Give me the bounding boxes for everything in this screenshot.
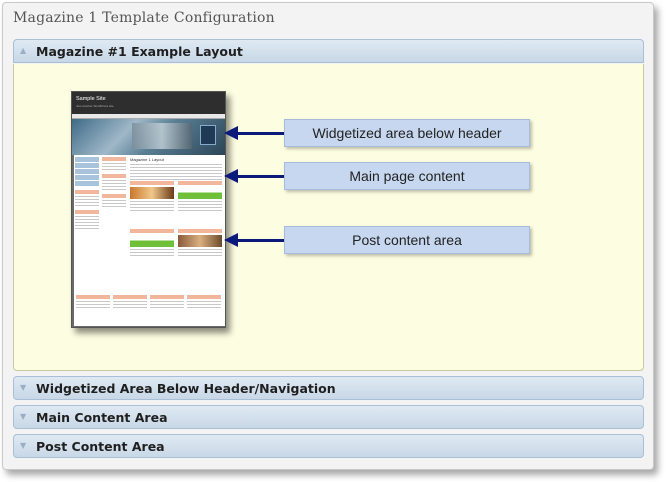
preview-site-title: Sample Site — [76, 96, 106, 102]
accordion-label: Post Content Area — [36, 439, 165, 454]
accordion-header-widgetized-area[interactable]: ▼ Widgetized Area Below Header/Navigatio… — [13, 376, 644, 400]
accordion-label: Widgetized Area Below Header/Navigation — [36, 381, 336, 396]
callout-post-content: Post content area — [284, 226, 530, 254]
preview-main-content: Magazine 1 Layout — [130, 157, 222, 182]
preview-site-tagline: Just another WordPress site — [76, 104, 114, 108]
expand-arrow-icon: ▼ — [20, 412, 27, 421]
callout-widgetized-area: Widgetized area below header — [284, 119, 530, 147]
preview-banner-shape — [132, 123, 192, 149]
preview-banner — [72, 119, 225, 155]
accordion-label: Magazine #1 Example Layout — [36, 44, 243, 59]
collapse-arrow-icon: ▲ — [20, 46, 27, 55]
preview-sidebar-2 — [102, 157, 126, 209]
preview-post — [130, 229, 174, 289]
window-title: Magazine 1 Template Configuration — [13, 10, 275, 26]
preview-header: Sample Site Just another WordPress site — [72, 92, 225, 114]
expand-arrow-icon: ▼ — [20, 383, 27, 392]
config-window: Magazine 1 Template Configuration ▲ Maga… — [2, 2, 654, 470]
accordion-header-example-layout[interactable]: ▲ Magazine #1 Example Layout — [13, 39, 644, 63]
example-layout-panel: Sample Site Just another WordPress site — [13, 64, 644, 371]
layout-preview-image: Sample Site Just another WordPress site — [71, 91, 226, 328]
preview-main-heading: Magazine 1 Layout — [130, 157, 164, 162]
preview-sidebar — [75, 157, 99, 231]
preview-page: Magazine 1 Layout — [74, 155, 225, 326]
accordion-header-main-content[interactable]: ▼ Main Content Area — [13, 405, 644, 429]
callout-main-content: Main page content — [284, 162, 530, 190]
accordion-header-post-content[interactable]: ▼ Post Content Area — [13, 434, 644, 458]
preview-banner-shape — [200, 125, 216, 145]
accordion-label: Main Content Area — [36, 410, 168, 425]
expand-arrow-icon: ▼ — [20, 441, 27, 450]
preview-footer-widgets — [74, 293, 225, 326]
preview-post — [178, 229, 222, 289]
